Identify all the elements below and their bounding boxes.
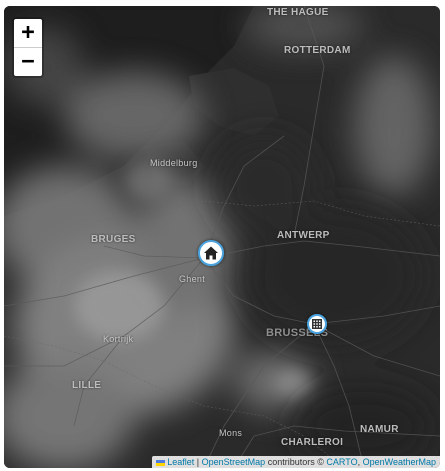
- map-page: + − THE HAGUE ROTTERDAM Middelburg BRUGE…: [0, 0, 445, 471]
- city-label-charleroi: CHARLEROI: [281, 437, 344, 448]
- attribution-comma: ,: [357, 457, 361, 467]
- city-label-namur: NAMUR: [360, 424, 399, 435]
- station-marker[interactable]: [307, 314, 327, 334]
- zoom-in-button[interactable]: +: [14, 19, 42, 48]
- building-icon: [312, 319, 322, 329]
- home-icon: [204, 246, 218, 260]
- attribution-separator: |: [196, 457, 200, 467]
- city-label-ghent: Ghent: [179, 274, 206, 284]
- city-label-rotterdam: ROTTERDAM: [284, 45, 351, 56]
- city-label-mons: Mons: [219, 428, 243, 438]
- city-label-the-hague: THE HAGUE: [267, 7, 329, 18]
- openweathermap-link[interactable]: OpenWeatherMap: [363, 457, 436, 467]
- city-label-kortrijk: Kortrijk: [103, 334, 134, 344]
- attribution-contributors: contributors ©: [267, 457, 324, 467]
- zoom-control: + −: [12, 17, 44, 78]
- leaflet-link[interactable]: Leaflet: [167, 457, 194, 467]
- openstreetmap-link[interactable]: OpenStreetMap: [202, 457, 266, 467]
- ukraine-flag-icon: [156, 459, 166, 466]
- carto-link[interactable]: CARTO: [326, 457, 357, 467]
- city-label-bruges: BRUGES: [91, 234, 136, 245]
- map-attribution: Leaflet | OpenStreetMap contributors © C…: [152, 456, 440, 468]
- map-tiles[interactable]: [4, 6, 440, 468]
- home-marker[interactable]: [198, 240, 224, 266]
- map-container[interactable]: + − THE HAGUE ROTTERDAM Middelburg BRUGE…: [4, 6, 440, 468]
- zoom-out-button[interactable]: −: [14, 48, 42, 76]
- city-label-antwerp: ANTWERP: [277, 230, 330, 241]
- city-label-middelburg: Middelburg: [150, 158, 198, 168]
- city-label-lille: LILLE: [72, 380, 102, 391]
